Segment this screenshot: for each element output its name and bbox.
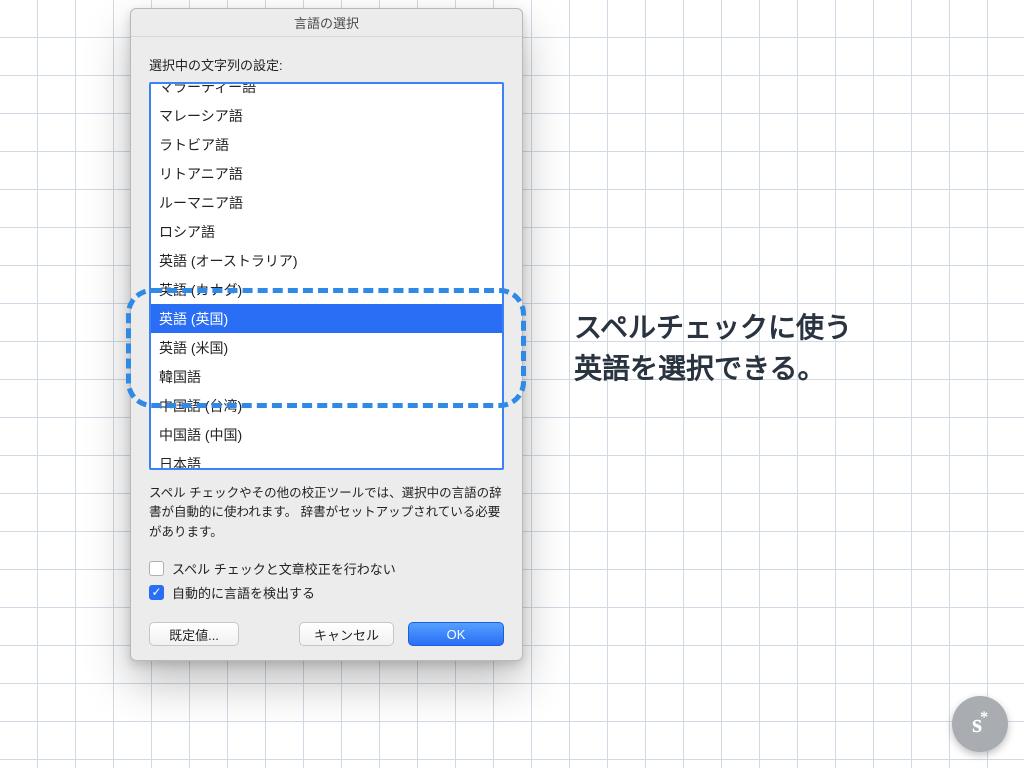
language-option[interactable]: 英語 (米国) bbox=[151, 333, 502, 362]
language-option[interactable]: マレーシア語 bbox=[151, 101, 502, 130]
language-option[interactable]: 中国語 (台湾) bbox=[151, 391, 502, 420]
dialog-title: 言語の選択 bbox=[131, 9, 522, 37]
dialog-body: 選択中の文字列の設定: マラーティー語マレーシア語ラトビア語リトアニア語ルーマニ… bbox=[131, 37, 522, 660]
checkbox-icon: ✓ bbox=[149, 585, 164, 600]
watermark-text: s* bbox=[972, 709, 988, 739]
annotation-line-1: スペルチェックに使う bbox=[574, 308, 852, 349]
checkbox-label: スペル チェックと文章校正を行わない bbox=[172, 559, 396, 578]
language-option[interactable]: マラーティー語 bbox=[151, 82, 502, 101]
language-option[interactable]: ラトビア語 bbox=[151, 130, 502, 159]
language-option[interactable]: 英語 (カナダ) bbox=[151, 275, 502, 304]
language-option[interactable]: 英語 (オーストラリア) bbox=[151, 246, 502, 275]
watermark-badge: s* bbox=[952, 696, 1008, 752]
annotation-text: スペルチェックに使う 英語を選択できる。 bbox=[574, 308, 852, 389]
checkbox-group: スペル チェックと文章校正を行わない ✓ 自動的に言語を検出する bbox=[149, 556, 504, 604]
language-select-dialog: 言語の選択 選択中の文字列の設定: マラーティー語マレーシア語ラトビア語リトアニ… bbox=[130, 8, 523, 661]
language-option[interactable]: ルーマニア語 bbox=[151, 188, 502, 217]
language-option[interactable]: ロシア語 bbox=[151, 217, 502, 246]
checkbox-autodetect[interactable]: ✓ 自動的に言語を検出する bbox=[149, 580, 504, 604]
language-option[interactable]: 日本語 bbox=[151, 449, 502, 470]
checkbox-label: 自動的に言語を検出する bbox=[172, 583, 315, 602]
language-option[interactable]: 韓国語 bbox=[151, 362, 502, 391]
dialog-button-row: 既定値... キャンセル OK bbox=[149, 622, 504, 646]
checkbox-skip-proofing[interactable]: スペル チェックと文章校正を行わない bbox=[149, 556, 504, 580]
language-option[interactable]: リトアニア語 bbox=[151, 159, 502, 188]
checkbox-icon bbox=[149, 561, 164, 576]
ok-button[interactable]: OK bbox=[408, 622, 504, 646]
annotation-line-2: 英語を選択できる。 bbox=[574, 349, 852, 390]
language-listbox[interactable]: マラーティー語マレーシア語ラトビア語リトアニア語ルーマニア語ロシア語英語 (オー… bbox=[149, 82, 504, 470]
cancel-button[interactable]: キャンセル bbox=[299, 622, 394, 646]
help-text: スペル チェックやその他の校正ツールでは、選択中の言語の辞書が自動的に使われます… bbox=[149, 484, 504, 542]
list-heading: 選択中の文字列の設定: bbox=[149, 55, 504, 74]
set-default-button[interactable]: 既定値... bbox=[149, 622, 239, 646]
language-option[interactable]: 中国語 (中国) bbox=[151, 420, 502, 449]
language-option[interactable]: 英語 (英国) bbox=[151, 304, 502, 333]
